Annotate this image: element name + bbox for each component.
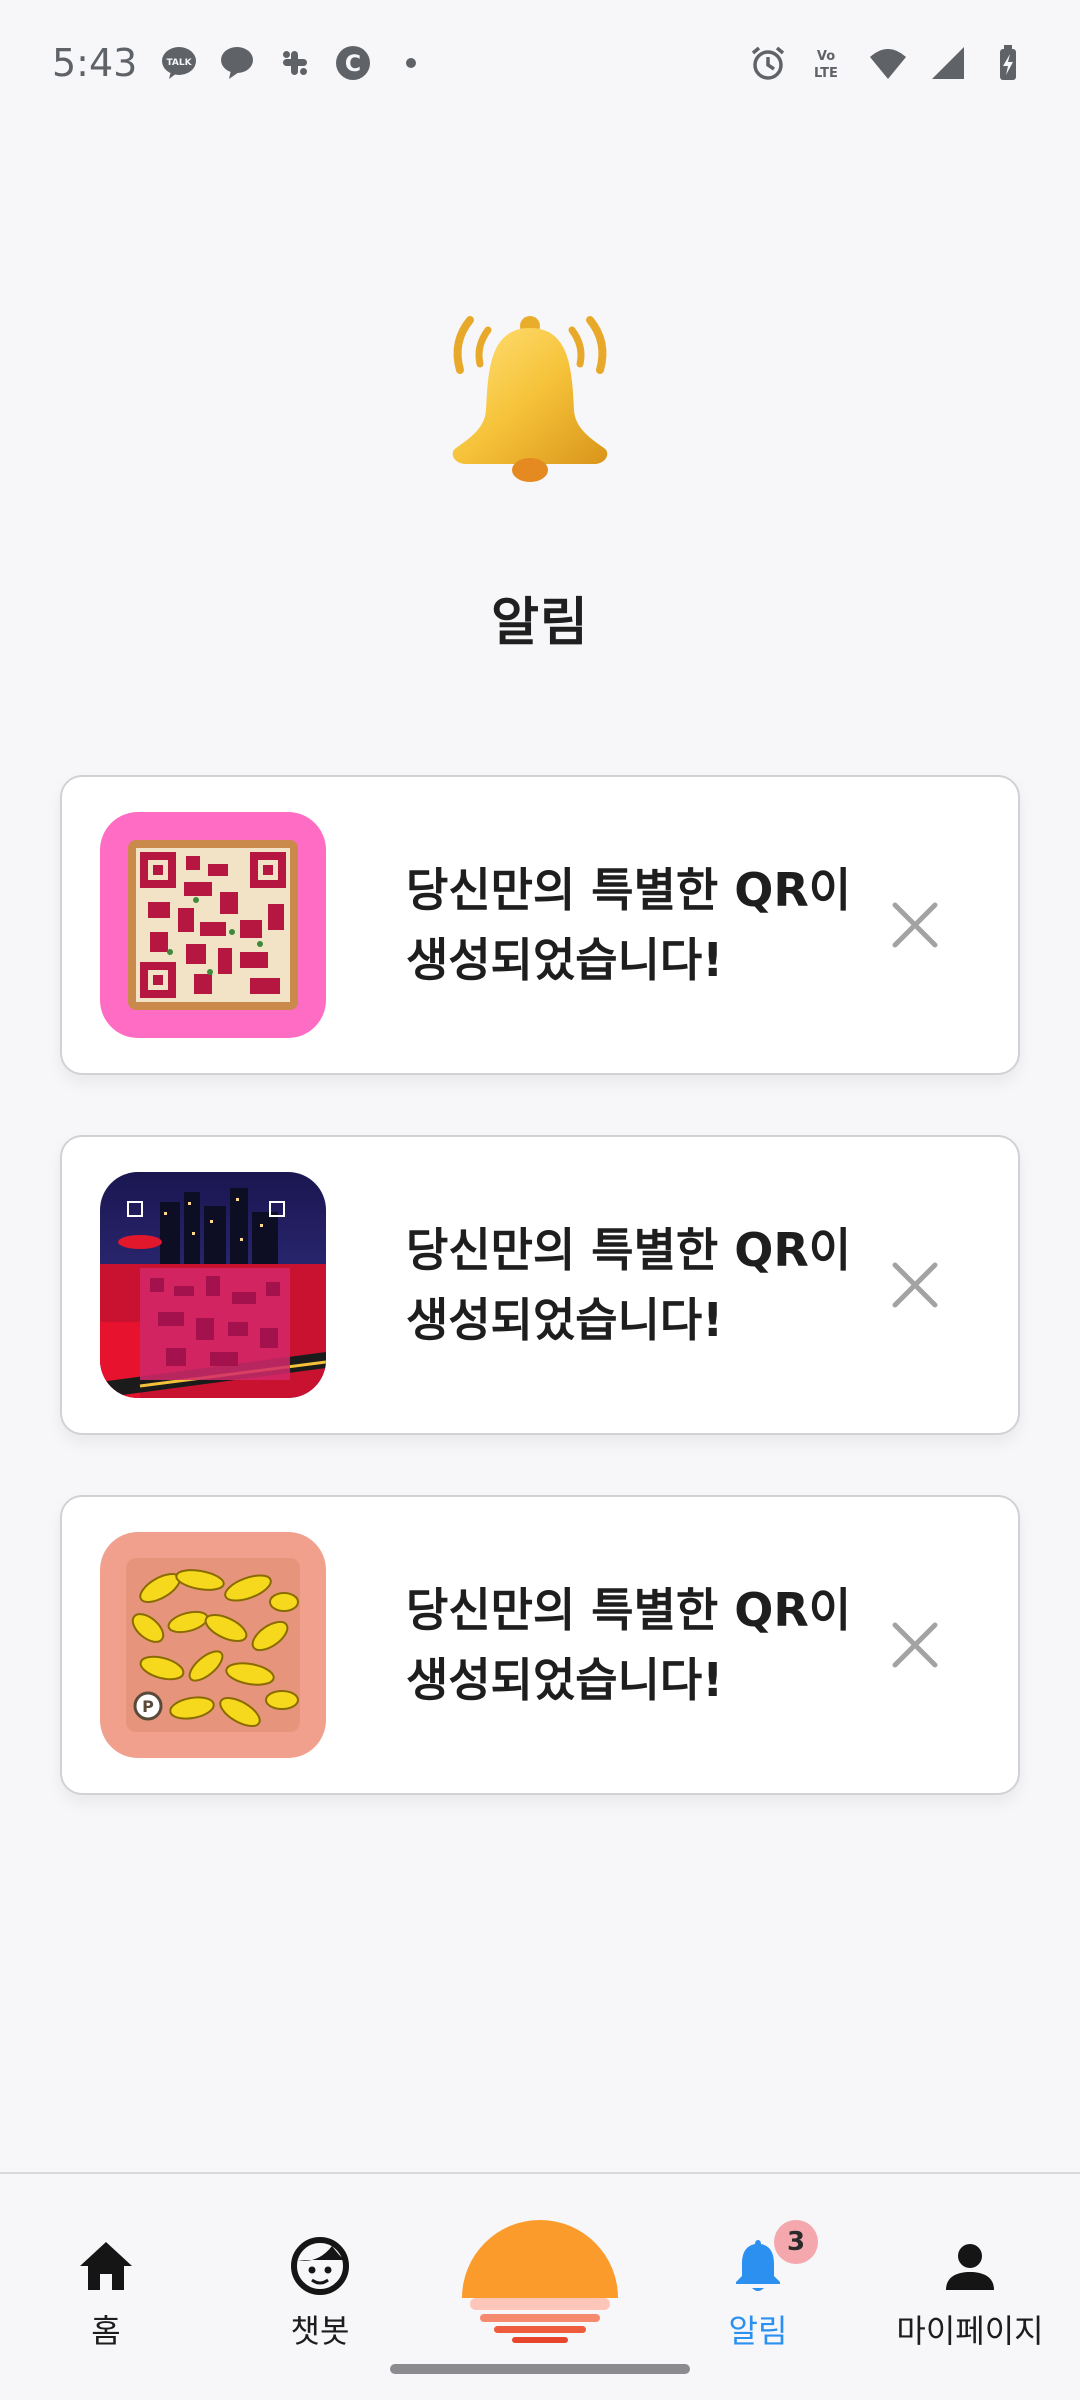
svg-text:Vo: Vo — [817, 49, 835, 64]
home-icon — [74, 2234, 138, 2298]
notification-message: 당신만의 특별한 QR이 생성되었습니다! — [406, 1583, 852, 1707]
close-icon — [892, 902, 938, 948]
nav-label: 마이페이지 — [896, 2312, 1044, 2350]
page-title: 알림 — [491, 593, 589, 653]
city-qr-thumbnail — [100, 1172, 326, 1398]
battery-icon — [988, 43, 1028, 83]
sunset-logo-button[interactable] — [458, 2198, 622, 2348]
nav-item-mypage[interactable]: 마이페이지 — [870, 2234, 1070, 2352]
notification-card[interactable]: 당신만의 특별한 QR이 생성되었습니다! — [60, 775, 1020, 1075]
svg-text:C: C — [345, 52, 361, 77]
pizza-qr-thumbnail — [100, 812, 326, 1038]
c-app-icon: C — [333, 43, 373, 83]
close-button[interactable] — [871, 880, 960, 970]
status-time: 5:43 — [52, 41, 138, 85]
notification-list: 당신만의 특별한 QR이 생성되었습니다! 당신만의 특별한 QR이 생성되었습… — [60, 775, 1020, 1855]
slack-icon — [275, 43, 315, 83]
notification-card[interactable]: 당신만의 특별한 QR이 생성되었습니다! — [60, 1135, 1020, 1435]
notification-badge: 3 — [774, 2220, 818, 2264]
person-icon — [938, 2234, 1002, 2298]
wifi-icon — [868, 43, 908, 83]
close-icon — [892, 1262, 938, 1308]
nav-label: 알림 — [728, 2312, 788, 2350]
alarm-icon — [748, 43, 788, 83]
notification-card[interactable]: P 당신만의 특별한 QR이 생성되었습니다! — [60, 1495, 1020, 1795]
kakaotalk-icon: TALK — [159, 43, 199, 83]
status-bar: 5:43 TALK C Vo LTE — [0, 0, 1080, 126]
close-button[interactable] — [871, 1240, 960, 1330]
svg-text:LTE: LTE — [814, 66, 838, 81]
status-icons-right: Vo LTE — [748, 43, 1028, 83]
notification-message: 당신만의 특별한 QR이 생성되었습니다! — [406, 1223, 852, 1347]
nav-label: 챗봇 — [290, 2312, 350, 2350]
bell-icon — [430, 300, 630, 490]
signal-icon — [928, 43, 968, 83]
nav-label: 홈 — [91, 2312, 121, 2350]
home-indicator[interactable] — [390, 2364, 690, 2374]
svg-text:TALK: TALK — [167, 58, 193, 68]
notification-message: 당신만의 특별한 QR이 생성되었습니다! — [406, 863, 852, 987]
nav-item-notifications[interactable]: 3 알림 — [658, 2220, 858, 2352]
sunset-logo-icon — [462, 2220, 618, 2343]
close-button[interactable] — [871, 1600, 960, 1690]
nav-item-home[interactable]: 홈 — [6, 2234, 206, 2352]
status-icons-left: TALK C — [159, 43, 431, 83]
svg-text:P: P — [142, 1697, 154, 1716]
chat-bubble-icon — [217, 43, 257, 83]
banana-qr-thumbnail: P — [100, 1532, 326, 1758]
nav-item-chatbot[interactable]: 챗봇 — [220, 2234, 420, 2352]
dot-icon — [391, 43, 431, 83]
volte-icon: Vo LTE — [808, 43, 848, 83]
close-icon — [892, 1622, 938, 1668]
face-icon — [288, 2234, 352, 2298]
